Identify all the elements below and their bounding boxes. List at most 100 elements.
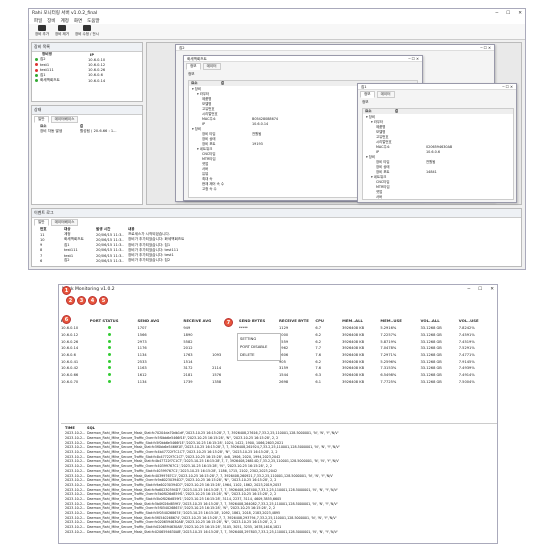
grid-ip: 10.6.0.42: [61, 366, 79, 371]
grid-cell: 5.2916%: [380, 326, 397, 331]
log-tab-database[interactable]: 데이터베이스: [50, 219, 79, 226]
minimize-icon[interactable]: ─: [495, 11, 498, 16]
device-ip: 10.6.0.12: [88, 62, 106, 67]
tree-key: 서버: [376, 195, 383, 200]
grid-row[interactable]: 10.6.0.66 1612 2181 1576 1544 6.3 3926408 KB 6.…: [61, 372, 497, 379]
context-menu-item[interactable]: PORT DISABLE: [240, 343, 278, 351]
monitoring-title-bar: Mask Monitoring v1.0.2 ─ ☐ ✕: [59, 285, 497, 293]
status-dot-icon: [35, 58, 38, 62]
tab-data[interactable]: 데이터: [202, 63, 221, 70]
grid-cell: 3926408 KB: [342, 359, 365, 364]
log-cell: 20/06/15 11:3..: [96, 253, 124, 258]
sql-log-text: Daemon_Rahi_Mihe_Secure_Traffic_Over:fc9…: [87, 478, 277, 483]
grid-cell: 33.1268 GB: [420, 326, 442, 331]
grid-ip: 10.6.0.10: [61, 326, 79, 331]
menu-item[interactable]: 파일: [34, 18, 42, 24]
sql-log-time: 2023-10-2...: [65, 487, 86, 492]
grid-cell: 7.6: [315, 366, 322, 371]
sql-log-text: Daemon_Rahi_Mihe_Secure_Traffic_Over:fc5…: [87, 436, 279, 441]
sql-log-row: 2023-10-2... Daemon_Rahi_Mihe_Secure_Mask…: [61, 529, 497, 534]
window-controls[interactable]: ─ ☐ ✕: [480, 46, 491, 50]
monitoring-window: Mask Monitoring v1.0.2 ─ ☐ ✕ IPPORT STATUS…: [58, 284, 498, 544]
sql-log-time: 2023-10-2...: [65, 506, 86, 511]
remove-device-button[interactable]: 장비 제거: [55, 25, 69, 37]
menu-item[interactable]: 화면: [74, 18, 82, 24]
grid-recv-avg: 1890: [183, 333, 193, 338]
log-tab-general[interactable]: 일반: [34, 219, 49, 226]
log-cell: 9: [40, 243, 43, 248]
grid-header-cell[interactable]: SEND BYTES: [239, 318, 279, 323]
menu-item[interactable]: 장비: [47, 18, 55, 24]
tree-item[interactable]: 서버: [366, 195, 510, 200]
edit-device-button[interactable]: 장비 수정 / 전시: [75, 25, 99, 37]
grid-header-cell[interactable]: MEM..ALL: [342, 318, 380, 323]
close-icon[interactable]: ✕: [490, 287, 494, 292]
server-title-bar: Rahi 모니터링 서버 v1.0.2_final ─ ☐ ✕: [29, 9, 525, 17]
window-title: 집1: [361, 85, 367, 89]
port-status-icon: [107, 333, 111, 337]
info-label: 정보: [362, 100, 369, 104]
marker-5: 5: [99, 296, 108, 305]
tree-value: 전원됨: [426, 160, 436, 165]
grid-send-avg: 1612: [137, 373, 147, 378]
menu-item[interactable]: 도움말: [87, 18, 99, 24]
status-tab-general[interactable]: 일반: [34, 116, 49, 123]
grid-header-cell[interactable]: SEND AVG: [138, 318, 184, 323]
port-status-icon: [107, 366, 111, 370]
log-row: 6 집2 20/06/15 11:3.. 장비가 추가되었습니다: 집2: [32, 258, 521, 263]
sql-log-time: 2023-10-2...: [65, 459, 86, 464]
minimize-icon[interactable]: ─: [467, 287, 470, 292]
window-controls[interactable]: ─ ☐ ✕: [502, 85, 513, 89]
tab-info[interactable]: 정보: [360, 91, 375, 98]
grid-cell: 3000: [279, 333, 289, 338]
add-device-button[interactable]: 장비 추가: [35, 25, 49, 37]
grid-header-cell[interactable]: MEM..USE: [380, 318, 420, 323]
status-dot-icon: [35, 63, 38, 67]
grid-cell: 33.1268 GB: [420, 346, 442, 351]
log-cell: test111: [64, 248, 78, 253]
port-status-icon: [107, 379, 111, 383]
device-grid: IPPORT STATUSSEND AVGRECEIVE AVGSEND BYT…: [61, 315, 497, 427]
grid-cell: 905: [279, 359, 286, 364]
close-icon[interactable]: ✕: [518, 11, 522, 16]
grid-send-avg: 1176: [137, 346, 147, 351]
log-cell: 20/06/15 11:3..: [96, 258, 124, 263]
window-controls[interactable]: ─ ☐ ✕: [408, 57, 419, 61]
device-window-jip1[interactable]: 집1 ─ ☐ ✕ 정보 데이터 정보 요소 값 ▾ 장비 ▾ 라우터 제품명 모델명 고유번호…: [357, 83, 517, 203]
grid-ip: 10.6.0.70: [61, 379, 79, 384]
window-title: 집2: [179, 46, 185, 50]
grid-recv-avg: 2012: [183, 346, 193, 351]
sql-log-time: 2023-10-2...: [65, 501, 86, 506]
status-tab-database[interactable]: 데이터베이스: [50, 116, 79, 123]
tab-data[interactable]: 데이터: [376, 91, 395, 98]
context-menu-item[interactable]: DELETE: [240, 351, 278, 359]
grid-row[interactable]: 10.6.0.70 1134 1739 1358 2698 6.1 3926408 KB 7.…: [61, 379, 497, 386]
grid-row[interactable]: 10.6.0.10 1707 949 ***** 1129 6.7 3926408 KB 5.…: [61, 325, 497, 332]
grid-header-cell[interactable]: CPU: [315, 318, 342, 323]
grid-header-cell[interactable]: VOL..ALL: [421, 318, 459, 323]
tab-info[interactable]: 정보: [186, 63, 201, 70]
log-cell: 11: [40, 232, 45, 237]
grid-row[interactable]: 10.6.0.42 1163 3172 2114 3159 7.6 3926408 KB 7.…: [61, 365, 497, 372]
grid-recv-extra: 1358: [212, 379, 222, 384]
context-menu-item[interactable]: SETTING: [240, 335, 278, 343]
sql-log-text: Daemon_Rahi_Mihe_Secure_Mask_Stat:fc4039…: [87, 473, 334, 478]
grid-header-cell[interactable]: PORT STATUS: [90, 318, 138, 323]
maximize-icon[interactable]: ☐: [478, 287, 482, 292]
grid-ip: 10.6.0.12: [61, 333, 79, 338]
device-row[interactable]: 화세맥회즈트 10.6.0.14: [32, 78, 142, 83]
grid-cell: 6.5498%: [380, 373, 397, 378]
maximize-icon[interactable]: ☐: [506, 11, 510, 16]
sql-log-time: 2023-10-2...: [65, 496, 86, 501]
status-title: 상태: [32, 106, 142, 115]
status-row: 장비 자동 발생 활성됨 ( 20.6.66 : 1...: [40, 129, 117, 134]
device-ip: 10.6.0.6: [88, 73, 103, 78]
device-name: test1: [40, 62, 50, 67]
tree-key: 고정 속 수: [202, 187, 217, 192]
grid-cell: 33.1268 GB: [420, 373, 442, 378]
device-list-title: 장비 목록: [32, 43, 142, 52]
grid-header-cell[interactable]: VOL..USE: [459, 318, 497, 323]
grid-cell: 33.1268 GB: [420, 333, 442, 338]
grid-header-cell[interactable]: RECEIVE BYTE: [279, 318, 315, 323]
menu-item[interactable]: 계정: [61, 18, 69, 24]
